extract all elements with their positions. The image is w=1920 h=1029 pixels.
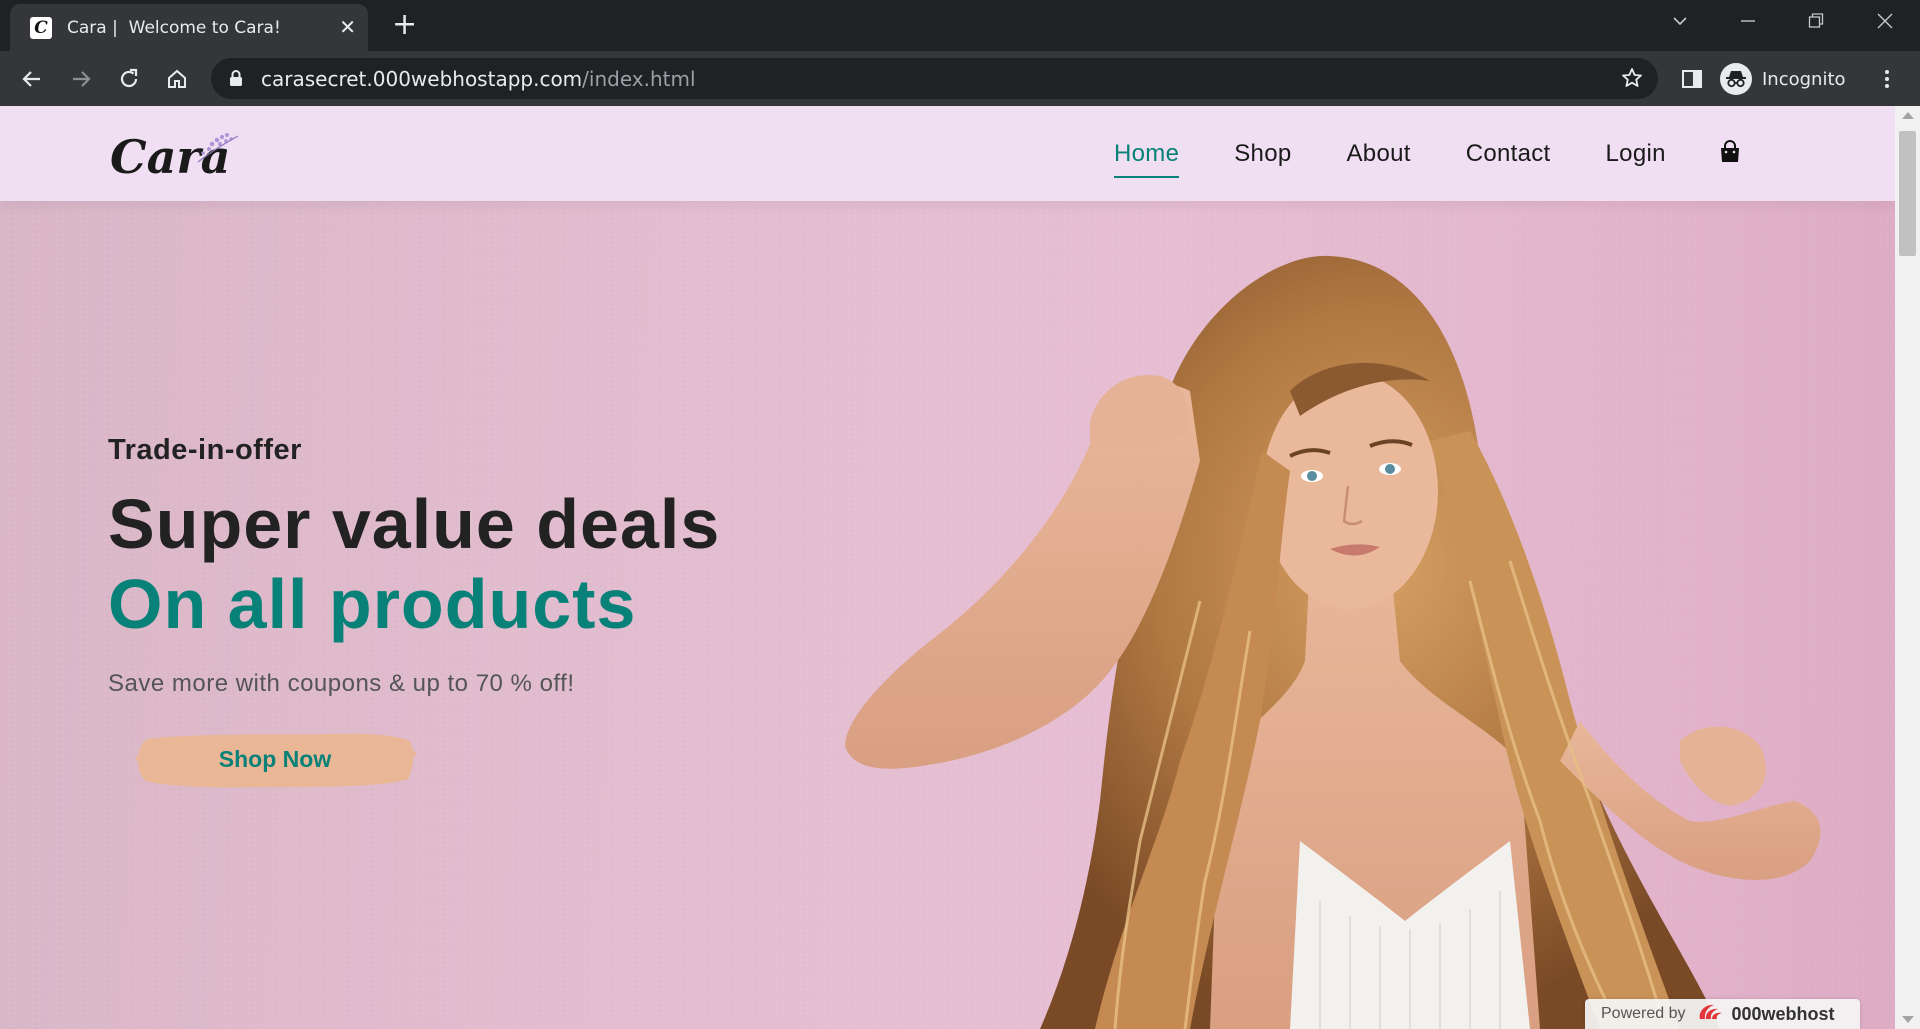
browser-tab[interactable]: C Cara | Welcome to Cara! ✕ bbox=[10, 4, 368, 51]
nav-about[interactable]: About bbox=[1347, 134, 1411, 174]
incognito-profile[interactable]: Incognito bbox=[1720, 60, 1846, 98]
star-icon[interactable] bbox=[1620, 66, 1644, 94]
incognito-label: Incognito bbox=[1762, 68, 1846, 90]
main-nav: Home Shop About Contact Login bbox=[1114, 106, 1741, 201]
powered-by-label: Powered by bbox=[1601, 1005, 1686, 1022]
restore-icon[interactable] bbox=[1808, 10, 1824, 32]
hero-banner: Trade-in-offer Super value deals On all … bbox=[0, 201, 1895, 1029]
shopping-bag-icon[interactable] bbox=[1719, 139, 1741, 168]
000webhost-logo-icon bbox=[1696, 1001, 1726, 1027]
hero-description: Save more with coupons & up to 70 % off! bbox=[108, 670, 575, 697]
shop-now-label: Shop Now bbox=[218, 746, 332, 772]
nav-shop[interactable]: Shop bbox=[1234, 134, 1291, 174]
url-host: carasecret.000webhostapp.com bbox=[261, 67, 583, 91]
url-path: /index.html bbox=[582, 67, 696, 91]
tab-title: Cara | Welcome to Cara! bbox=[67, 17, 281, 38]
kebab-menu-icon[interactable] bbox=[1873, 65, 1901, 93]
hero-kicker: Trade-in-offer bbox=[108, 434, 302, 466]
page-viewport: Cara Home Shop About Contact Login Trade… bbox=[0, 106, 1895, 1029]
back-icon[interactable] bbox=[18, 65, 46, 93]
tab-search-icon[interactable] bbox=[1672, 10, 1688, 32]
scroll-thumb[interactable] bbox=[1899, 131, 1916, 256]
hero-title: Super value deals bbox=[108, 485, 721, 563]
logo-wordmark: Cara bbox=[110, 130, 230, 184]
site-logo[interactable]: Cara bbox=[108, 124, 248, 184]
scroll-down-icon[interactable] bbox=[1902, 1016, 1914, 1023]
favicon-icon: C bbox=[30, 16, 52, 39]
hero-subtitle: On all products bbox=[108, 565, 637, 643]
nav-login[interactable]: Login bbox=[1606, 134, 1666, 174]
forward-icon[interactable] bbox=[67, 65, 95, 93]
lock-icon[interactable] bbox=[229, 69, 243, 91]
home-icon[interactable] bbox=[163, 65, 191, 93]
nav-home[interactable]: Home bbox=[1114, 134, 1180, 178]
url-text[interactable]: carasecret.000webhostapp.com/index.html bbox=[261, 67, 696, 91]
page-scrollbar[interactable] bbox=[1895, 106, 1920, 1029]
sidepanel-icon[interactable] bbox=[1678, 65, 1706, 93]
nav-contact[interactable]: Contact bbox=[1466, 134, 1551, 174]
close-tab-icon[interactable]: ✕ bbox=[339, 16, 356, 38]
powered-by-brand: 000webhost bbox=[1731, 1003, 1835, 1024]
reload-icon[interactable] bbox=[115, 65, 143, 93]
address-bar[interactable]: carasecret.000webhostapp.com/index.html bbox=[211, 58, 1658, 99]
browser-toolbar: carasecret.000webhostapp.com/index.html … bbox=[0, 51, 1920, 106]
new-tab-icon[interactable]: + bbox=[392, 10, 417, 40]
window-close-icon[interactable] bbox=[1877, 10, 1893, 32]
site-header: Cara Home Shop About Contact Login bbox=[0, 106, 1895, 201]
minimize-icon[interactable] bbox=[1740, 10, 1756, 32]
incognito-icon bbox=[1720, 63, 1752, 95]
tab-strip: C Cara | Welcome to Cara! ✕ + bbox=[0, 0, 1920, 51]
shop-now-button[interactable]: Shop Now bbox=[134, 729, 416, 791]
scroll-up-icon[interactable] bbox=[1902, 112, 1914, 119]
powered-by-badge[interactable]: Powered by 000webhost bbox=[1585, 999, 1860, 1029]
